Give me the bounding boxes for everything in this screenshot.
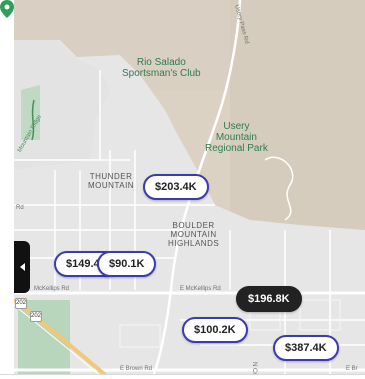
road-label-mckellips-w: McKellips Rd bbox=[34, 286, 70, 292]
road-label-e-brown: E Brown Rd bbox=[120, 366, 153, 372]
price-pin[interactable]: $387.4K bbox=[273, 335, 339, 361]
highway-shield-202-b: 202 bbox=[30, 311, 42, 322]
road-label-n: N Cr bbox=[251, 362, 257, 375]
poi-label-usery: Usery Mountain Regional Park bbox=[205, 121, 268, 154]
left-panel-edge bbox=[0, 0, 14, 379]
price-pin[interactable]: $100.2K bbox=[182, 317, 248, 343]
area-label-boulder-mountain: BOULDER MOUNTAIN HIGHLANDS bbox=[168, 221, 220, 248]
map-pin-icon bbox=[0, 0, 14, 18]
area-label-thunder-mountain: THUNDER MOUNTAIN bbox=[88, 172, 135, 190]
map-view[interactable]: Usery Pass Rd Rio Salado Sportsman's Clu… bbox=[0, 0, 365, 379]
bottom-edge bbox=[0, 374, 365, 379]
collapse-panel-button[interactable] bbox=[14, 241, 30, 293]
price-pin-selected[interactable]: $196.8K bbox=[236, 286, 302, 312]
price-pin[interactable]: $203.4K bbox=[143, 174, 209, 200]
poi-label-rio-salado: Rio Salado Sportsman's Club bbox=[122, 57, 201, 79]
road-label-rd: Rd bbox=[16, 205, 24, 211]
road-label-e-br: E Br bbox=[346, 366, 358, 372]
road-label-mckellips-e: E McKellips Rd bbox=[180, 286, 221, 292]
highway-shield-202: 202 bbox=[15, 298, 27, 309]
chevron-left-icon bbox=[19, 263, 25, 271]
price-pin[interactable]: $90.1K bbox=[97, 251, 157, 277]
